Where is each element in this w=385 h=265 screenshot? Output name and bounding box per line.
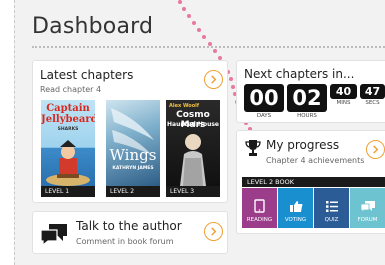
talk-to-author-subtitle: Comment in book forum — [76, 237, 174, 246]
chevron-right-icon — [211, 75, 217, 84]
talk-to-author-title: Talk to the author — [76, 219, 182, 233]
countdown-mins: 40 — [330, 84, 357, 99]
forum-tile-label: FORUM — [357, 217, 378, 223]
book-level-label: LEVEL 3 — [166, 186, 220, 197]
countdown-mins-label: MINS — [336, 100, 351, 106]
voting-tile[interactable]: VOTING — [278, 188, 313, 228]
title-divider — [32, 46, 385, 48]
countdown-hours: 02 — [287, 84, 327, 112]
tablet-icon — [254, 199, 265, 213]
book-level-label: LEVEL 1 — [41, 186, 95, 197]
thumbs-up-icon — [289, 201, 302, 212]
book-cover-author: Alex Woolf — [169, 103, 200, 109]
next-chapters-title: Next chapters in... — [244, 67, 355, 81]
countdown-secs: 47 — [360, 84, 385, 99]
level-book-label: LEVEL 2 BOOK — [242, 177, 385, 187]
book-title-line-2: Jellybeard — [41, 114, 95, 125]
pirate-illustration — [46, 140, 90, 186]
quiz-tile-label: QUIZ — [324, 217, 339, 223]
reading-tile-label: READING — [246, 217, 273, 223]
book-level-3[interactable]: Alex Woolf Cosmo Mars Haunted House LEVE… — [166, 100, 220, 198]
countdown-hours-label: HOURS — [297, 113, 317, 119]
book-title-line-1: Captain — [46, 103, 90, 114]
my-progress-title: My progress — [266, 138, 340, 152]
voting-tile-label: VOTING — [284, 217, 307, 223]
my-progress-subtitle: Chapter 4 achievements — [266, 156, 365, 165]
chevron-right-icon — [211, 227, 217, 236]
quiz-tile[interactable]: QUIZ — [314, 188, 349, 228]
book-cover-wings: Wings KATHRYN JAMES — [106, 100, 160, 186]
feather-illustration — [111, 108, 154, 155]
book-title-line-1: Wings — [109, 146, 157, 164]
countdown-days-label: DAYS — [256, 113, 272, 119]
forum-tile[interactable]: FORUM — [350, 188, 385, 228]
forum-chat-icon — [360, 201, 375, 213]
page-title: Dashboard — [32, 14, 154, 39]
countdown-days: 00 — [244, 84, 284, 112]
book-cover-cosmo-mars: Alex Woolf Cosmo Mars Haunted House — [166, 100, 220, 186]
reading-tile[interactable]: READING — [242, 188, 277, 228]
list-icon — [325, 201, 338, 212]
book-level-1[interactable]: Captain Jellybeard SHARKS LEVEL 1 — [41, 100, 95, 198]
latest-chapters-subtitle: Read chapter 4 — [40, 85, 102, 94]
haunted-figure-illustration — [180, 134, 206, 186]
trophy-icon — [245, 140, 261, 156]
chat-icon — [40, 224, 67, 246]
latest-chapters-title: Latest chapters — [40, 68, 134, 82]
countdown-secs-label: SECS — [365, 100, 380, 106]
book-cover-small-text: SHARKS — [57, 127, 79, 132]
chevron-right-icon — [373, 145, 379, 154]
book-title-line-2: Haunted House — [167, 121, 219, 128]
latest-chapters-arrow-button[interactable] — [204, 70, 223, 89]
talk-to-author-arrow-button[interactable] — [204, 222, 223, 241]
my-progress-arrow-button[interactable] — [366, 140, 385, 159]
book-level-2[interactable]: Wings KATHRYN JAMES LEVEL 2 — [106, 100, 160, 198]
book-cover-captain-jellybeard: Captain Jellybeard SHARKS — [41, 100, 95, 186]
book-cover-small-text: KATHRYN JAMES — [112, 166, 154, 171]
book-level-label: LEVEL 2 — [106, 186, 160, 197]
